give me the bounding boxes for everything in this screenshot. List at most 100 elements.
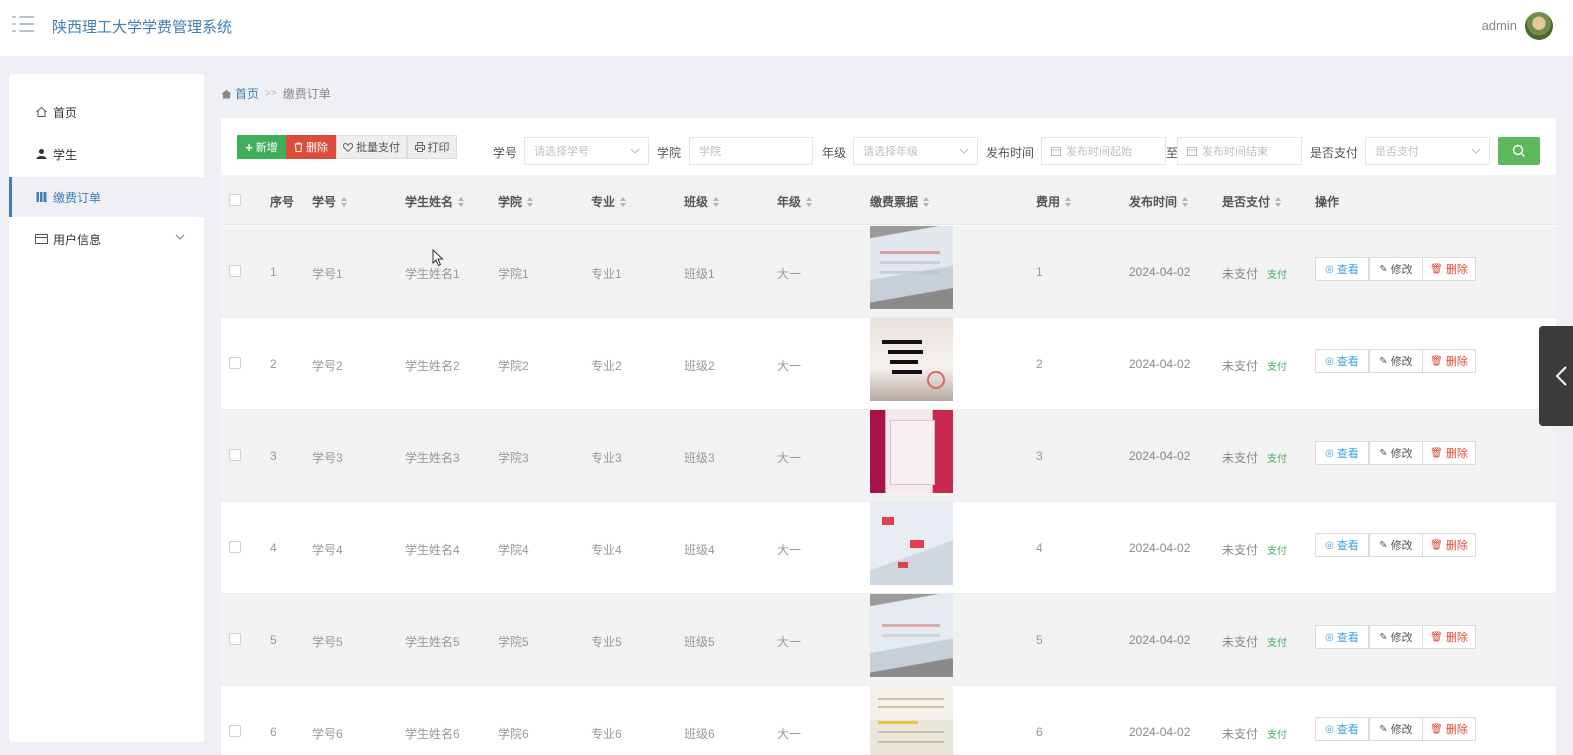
column-header-class[interactable]: 班级 [684,193,720,210]
delete-row-button[interactable]: 🗑 删除 [1422,533,1476,557]
sort-icon[interactable] [1182,196,1189,207]
receipt-image[interactable] [870,686,953,755]
column-header-receipt[interactable]: 缴费票据 [870,193,930,210]
receipt-image[interactable] [870,226,953,309]
filter-publish-time-end[interactable]: 发布时间结束 [1177,137,1302,165]
filter-college-input[interactable]: 学院 [689,137,813,165]
user-avatar[interactable] [1525,12,1553,40]
column-header-name[interactable]: 学生姓名 [405,193,465,210]
trash-icon: 🗑 [1430,447,1443,459]
row-checkbox[interactable] [229,725,241,737]
print-button[interactable]: 打印 [407,135,457,159]
cell-grade: 大一 [777,727,802,741]
mouse-cursor-icon [432,249,444,267]
receipt-image[interactable] [870,410,953,493]
edit-label: 修改 [1390,448,1413,460]
sort-icon[interactable] [458,196,465,207]
sort-icon[interactable] [1065,196,1072,207]
pay-link[interactable]: 支付 [1267,542,1287,557]
view-button[interactable]: ◎ 查看 [1315,257,1369,281]
view-label: 查看 [1336,356,1359,368]
edit-icon: ✎ [1379,723,1388,735]
receipt-image[interactable] [870,594,953,677]
delete-row-button[interactable]: 🗑 删除 [1422,625,1476,649]
select-all-checkbox[interactable] [229,194,241,206]
view-button[interactable]: ◎ 查看 [1315,349,1369,373]
pay-link[interactable]: 支付 [1267,450,1287,465]
breadcrumb-separator: >> [265,88,277,99]
sort-icon[interactable] [806,196,813,207]
cell-name: 学生姓名1 [405,267,460,281]
edit-button[interactable]: ✎ 修改 [1369,533,1423,557]
filter-student-id-select[interactable]: 请选择学号 [524,137,649,165]
side-drawer-toggle[interactable] [1539,326,1573,426]
row-checkbox[interactable] [229,633,241,645]
cell-paid-status: 未支付 [1222,359,1259,373]
delete-button-label: 删除 [306,142,328,154]
sort-icon[interactable] [620,196,627,207]
user-name[interactable]: admin [1482,18,1517,33]
row-checkbox[interactable] [229,265,241,277]
add-button[interactable]: + 新增 [237,135,286,159]
cell-class: 班级4 [684,543,715,557]
menu-icon[interactable] [12,15,34,35]
breadcrumb-home[interactable]: 首页 [221,85,259,102]
sort-icon[interactable] [527,196,534,207]
pay-link[interactable]: 支付 [1267,266,1287,281]
eye-icon: ◎ [1325,723,1334,735]
sort-icon[interactable] [923,196,930,207]
sidebar-item-user-info[interactable]: 用户信息 [9,219,204,259]
edit-button[interactable]: ✎ 修改 [1369,349,1423,373]
pay-link[interactable]: 支付 [1267,634,1287,649]
delete-row-button[interactable]: 🗑 删除 [1422,349,1476,373]
filter-paid-select[interactable]: 是否支付 [1365,137,1490,165]
view-label: 查看 [1336,632,1359,644]
column-header-college[interactable]: 学院 [498,193,534,210]
batch-pay-button[interactable]: 批量支付 [336,135,407,159]
delete-row-button[interactable]: 🗑 删除 [1422,717,1476,741]
column-header-time[interactable]: 发布时间 [1129,193,1189,210]
sort-icon[interactable] [341,196,348,207]
edit-button[interactable]: ✎ 修改 [1369,441,1423,465]
filter-grade-select[interactable]: 请选择年级 [853,137,978,165]
view-label: 查看 [1336,540,1359,552]
chevron-down-icon [175,234,185,240]
edit-button[interactable]: ✎ 修改 [1369,257,1423,281]
column-header-paid[interactable]: 是否支付 [1222,193,1282,210]
cell-major: 专业6 [591,727,622,741]
delete-row-button[interactable]: 🗑 删除 [1422,441,1476,465]
view-button[interactable]: ◎ 查看 [1315,717,1369,741]
receipt-image[interactable] [870,318,953,401]
row-checkbox[interactable] [229,541,241,553]
print-icon [414,142,425,152]
search-button[interactable] [1498,137,1540,165]
user-icon [36,149,47,159]
trash-icon: 🗑 [1430,723,1443,735]
receipt-image[interactable] [870,502,953,585]
edit-button[interactable]: ✎ 修改 [1369,625,1423,649]
cell-paid-status: 未支付 [1222,727,1259,741]
sort-icon[interactable] [1275,196,1282,207]
sidebar-item-home[interactable]: 首页 [9,92,204,132]
sort-icon[interactable] [713,196,720,207]
column-header-fee[interactable]: 费用 [1036,193,1072,210]
delete-button[interactable]: 删除 [286,135,336,159]
delete-row-button[interactable]: 🗑 删除 [1422,257,1476,281]
view-button[interactable]: ◎ 查看 [1315,441,1369,465]
pay-link[interactable]: 支付 [1267,358,1287,373]
column-header-grade[interactable]: 年级 [777,193,813,210]
column-header-major[interactable]: 专业 [591,193,627,210]
edit-icon: ✎ [1379,263,1388,275]
edit-button[interactable]: ✎ 修改 [1369,717,1423,741]
app-title: 陕西理工大学学费管理系统 [52,19,233,36]
filter-publish-time-start[interactable]: 发布时间起始 [1041,137,1166,165]
cell-major: 专业3 [591,451,622,465]
sidebar-item-students[interactable]: 学生 [9,134,204,174]
sidebar-item-orders[interactable]: 缴费订单 [9,177,204,217]
column-header-student-id[interactable]: 学号 [312,193,348,210]
row-checkbox[interactable] [229,449,241,461]
view-button[interactable]: ◎ 查看 [1315,625,1369,649]
row-checkbox[interactable] [229,357,241,369]
view-button[interactable]: ◎ 查看 [1315,533,1369,557]
pay-link[interactable]: 支付 [1267,726,1287,741]
